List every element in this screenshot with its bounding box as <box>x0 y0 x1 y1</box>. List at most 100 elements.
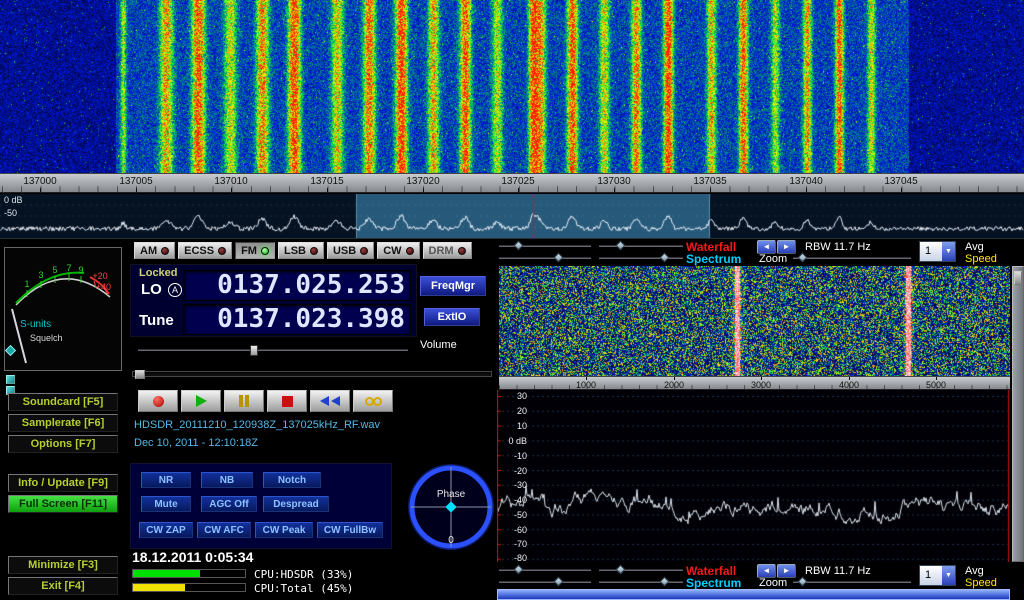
db-label: -60 <box>501 525 527 535</box>
freqmgr-button[interactable]: FreqMgr <box>420 276 486 296</box>
zoom-label: Zoom <box>759 577 787 589</box>
mode-cw-button[interactable]: CW <box>377 242 419 259</box>
meter-adjust-handle-1[interactable] <box>6 375 15 384</box>
agc-button[interactable]: AGC Off <box>201 496 257 512</box>
zoom-label: Zoom <box>759 253 787 265</box>
s-meter-tick-p40: +40 <box>96 282 111 292</box>
rewind-icon <box>320 396 329 406</box>
mode-am-button[interactable]: AM <box>134 242 175 259</box>
stop-button[interactable] <box>267 390 307 412</box>
despread-button[interactable]: Despread <box>263 496 329 512</box>
af-spectrum-trace[interactable] <box>497 390 1010 562</box>
db-label: 0 dB <box>501 436 527 446</box>
stop-icon <box>282 396 293 407</box>
cpu-hdsdr-fill <box>133 570 200 577</box>
lo-frequency-display[interactable]: 0137.025.253 <box>183 270 411 301</box>
cpu-total-bar <box>132 583 246 592</box>
exit-button[interactable]: Exit [F4] <box>8 577 118 595</box>
bandwidth-handle[interactable] <box>135 370 145 379</box>
freq-tick-label: 137010 <box>203 176 259 187</box>
rf-waterfall-display[interactable] <box>0 0 1024 173</box>
waterfall-contrast-slider[interactable] <box>599 565 683 576</box>
rf-db-label-top: 0 dB <box>4 195 23 205</box>
right-scrollbar-handle[interactable] <box>1014 271 1022 285</box>
minimize-button[interactable]: Minimize [F3] <box>8 556 118 574</box>
record-button[interactable] <box>138 390 178 412</box>
right-scrollbar[interactable] <box>1012 266 1024 562</box>
cw-afc-button[interactable]: CW AFC <box>197 522 251 538</box>
af-tick-label: 1000 <box>566 380 606 390</box>
locked-label: Locked <box>139 267 178 279</box>
options-button[interactable]: Options [F7] <box>8 435 118 453</box>
af-tick-label: 2000 <box>654 380 694 390</box>
rewind-button[interactable] <box>310 390 350 412</box>
rbw-label: RBW 11.7 Hz <box>805 565 871 577</box>
bandwidth-slider[interactable] <box>132 371 492 377</box>
cw-peak-button[interactable]: CW Peak <box>255 522 313 538</box>
zoom-pan-band[interactable] <box>497 589 1010 600</box>
pause-button[interactable] <box>224 390 264 412</box>
dsp-panel: NR NB Notch Mute AGC Off Despread CW ZAP… <box>130 463 392 549</box>
spectrum-gain-slider[interactable] <box>499 253 591 264</box>
zoom-slider[interactable] <box>793 577 911 588</box>
rf-spectrum-display[interactable]: 0 dB -50 <box>0 194 1024 238</box>
waterfall-contrast-slider[interactable] <box>599 241 683 252</box>
spectrum-gain-slider[interactable] <box>499 577 591 588</box>
volume-handle[interactable] <box>250 345 258 356</box>
avg-label: Avg <box>965 241 984 253</box>
volume-track[interactable] <box>138 349 408 351</box>
mode-usb-button[interactable]: USB <box>327 242 374 259</box>
avg-speed-select[interactable]: 1 ▼ <box>919 565 956 586</box>
rf-spectrum-trace[interactable] <box>0 194 1024 238</box>
volume-label: Volume <box>420 339 457 351</box>
af-tick-label: 3000 <box>741 380 781 390</box>
loop-icon <box>373 397 382 406</box>
phase-scope: Phase 0 <box>406 459 496 555</box>
cw-fullbw-button[interactable]: CW FullBw <box>317 522 383 538</box>
shift-right-button[interactable]: ► <box>777 564 796 578</box>
tune-frequency-display[interactable]: 0137.023.398 <box>183 304 411 335</box>
loop-button[interactable] <box>353 390 393 412</box>
info-update-button[interactable]: Info / Update [F9] <box>8 474 118 492</box>
mode-drm-button[interactable]: DRM <box>423 242 472 259</box>
waterfall-brightness-slider[interactable] <box>499 565 591 576</box>
shift-right-button[interactable]: ► <box>777 240 796 254</box>
shift-left-button[interactable]: ◄ <box>757 240 776 254</box>
mode-fm-button[interactable]: FM <box>235 242 275 259</box>
mode-ecss-button[interactable]: ECSS <box>178 242 232 259</box>
waterfall-brightness-slider[interactable] <box>499 241 591 252</box>
samplerate-button[interactable]: Samplerate [F6] <box>8 414 118 432</box>
volume-slider[interactable] <box>138 345 408 356</box>
mode-button-row: AM ECSS FM LSB USB CW DRM <box>134 242 472 259</box>
avg-speed-select[interactable]: 1 ▼ <box>919 241 956 262</box>
spectrum-range-slider[interactable] <box>599 577 683 588</box>
nb-button[interactable]: NB <box>201 472 253 488</box>
zoom-slider[interactable] <box>793 253 911 264</box>
extio-button[interactable]: ExtIO <box>424 308 480 326</box>
shift-left-button[interactable]: ◄ <box>757 564 776 578</box>
af-waterfall-display[interactable] <box>499 266 1010 376</box>
chevron-down-icon[interactable]: ▼ <box>942 566 955 585</box>
s-meter: 1 3 5 7 9 +20 +40 S-units Squelch <box>4 247 122 371</box>
chevron-down-icon[interactable]: ▼ <box>942 242 955 261</box>
play-button[interactable] <box>181 390 221 412</box>
af-spectrum-display[interactable]: 30 20 10 0 dB -10 -20 -30 -40 -50 -60 -7… <box>497 390 1010 562</box>
db-label: 30 <box>501 391 527 401</box>
fullscreen-button[interactable]: Full Screen [F11] <box>8 495 118 513</box>
freq-tick-label: 137025 <box>490 176 546 187</box>
avg-speed-value: 1 <box>920 566 942 585</box>
spectrum-range-slider[interactable] <box>599 253 683 264</box>
freq-tick-label: 137035 <box>682 176 738 187</box>
tune-label: Tune <box>139 312 174 329</box>
db-label: 10 <box>501 421 527 431</box>
record-icon <box>153 396 164 407</box>
soundcard-button[interactable]: Soundcard [F5] <box>8 393 118 411</box>
rf-frequency-scale[interactable]: 137000 137005 137010 137015 137020 13702… <box>0 173 1024 193</box>
mode-lsb-button[interactable]: LSB <box>278 242 324 259</box>
mute-button[interactable]: Mute <box>141 496 191 512</box>
cw-zap-button[interactable]: CW ZAP <box>139 522 193 538</box>
notch-button[interactable]: Notch <box>263 472 321 488</box>
db-label: -20 <box>501 466 527 476</box>
nr-button[interactable]: NR <box>141 472 191 488</box>
af-frequency-scale[interactable]: 1000 2000 3000 4000 5000 <box>499 376 1010 390</box>
